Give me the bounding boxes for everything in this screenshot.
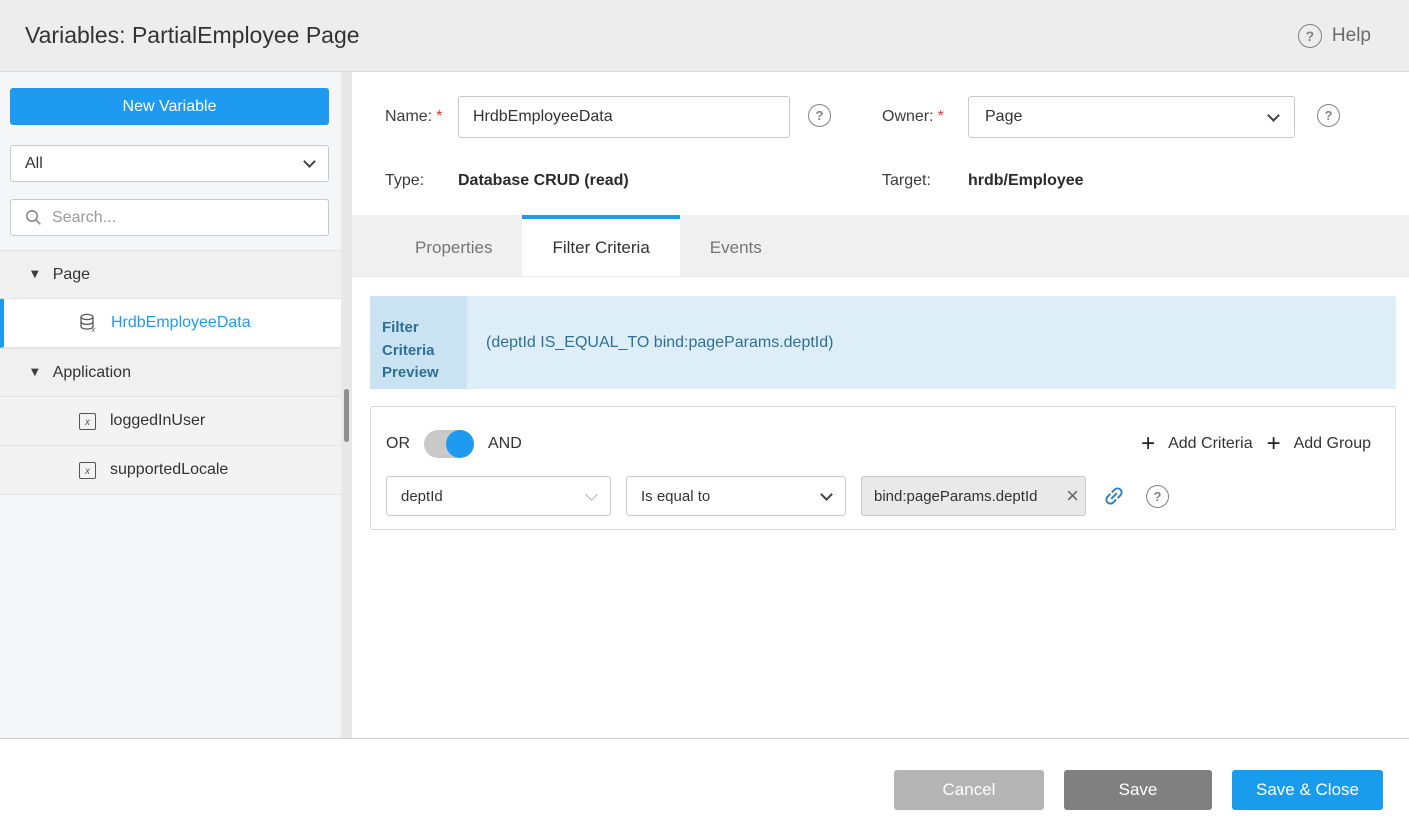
criteria-field-value: deptId <box>401 488 443 505</box>
add-criteria-button[interactable]: + Add Criteria <box>1141 432 1253 456</box>
dialog-header: Variables: PartialEmployee Page ? Help <box>0 0 1409 72</box>
save-button[interactable]: Save <box>1064 770 1212 810</box>
chevron-down-icon <box>1267 109 1280 122</box>
chevron-down-icon <box>585 488 598 501</box>
caret-down-icon: ▼ <box>31 269 39 280</box>
sidebar-scrollbar-track <box>341 72 352 738</box>
add-group-label: Add Group <box>1294 435 1371 453</box>
help-label: Help <box>1332 25 1371 47</box>
tree-item-loggedinuser[interactable]: x loggedInUser <box>0 397 341 446</box>
tree-item-label: loggedInUser <box>110 412 205 430</box>
name-label: Name:* <box>385 108 442 126</box>
caret-down-icon: ▼ <box>31 367 39 378</box>
cancel-button[interactable]: Cancel <box>894 770 1044 810</box>
owner-select[interactable]: Page <box>968 96 1295 138</box>
filter-criteria-preview: Filter Criteria Preview (deptId IS_EQUAL… <box>370 296 1396 389</box>
detail-tabbar: Properties Filter Criteria Events <box>352 215 1409 277</box>
criteria-field-select[interactable]: deptId <box>386 476 611 516</box>
criteria-condition-select[interactable]: Is equal to <box>626 476 846 516</box>
criteria-actions: + Add Criteria + Add Group <box>1141 432 1371 456</box>
or-and-toggle[interactable] <box>424 430 474 458</box>
required-marker: * <box>938 108 944 125</box>
tree-group-application[interactable]: ▼ Application <box>0 348 341 397</box>
page-title: Variables: PartialEmployee Page <box>25 22 360 49</box>
owner-help-icon[interactable]: ? <box>1317 104 1340 127</box>
plus-icon: + <box>1267 432 1281 456</box>
plus-icon: + <box>1141 432 1155 456</box>
tab-events[interactable]: Events <box>680 215 792 276</box>
tree-group-page[interactable]: ▼ Page <box>0 250 341 299</box>
dialog-footer: Cancel Save Save & Close <box>0 738 1409 838</box>
tree-item-hrdbemployeedata[interactable]: x HrdbEmployeeData <box>0 299 341 348</box>
toggle-knob <box>446 430 474 458</box>
static-variable-icon: x <box>79 462 96 479</box>
save-and-close-button[interactable]: Save & Close <box>1232 770 1383 810</box>
tree-item-label: HrdbEmployeeData <box>111 314 251 332</box>
database-variable-icon: x <box>79 313 97 333</box>
tab-filter-criteria[interactable]: Filter Criteria <box>522 215 679 276</box>
tab-properties[interactable]: Properties <box>385 215 522 276</box>
type-label: Type: <box>385 172 424 190</box>
criteria-help-icon[interactable]: ? <box>1146 485 1169 508</box>
criteria-condition-value: Is equal to <box>641 488 710 505</box>
variables-sidebar: New Variable All ▼ Page x HrdbEmployeeDa… <box>0 72 341 738</box>
filter-criteria-preview-label: Filter Criteria Preview <box>370 296 467 389</box>
search-icon <box>25 209 42 226</box>
search-input[interactable] <box>52 209 314 227</box>
criteria-builder: OR AND + Add Criteria + Add Group deptId <box>370 406 1396 530</box>
tree-item-supportedlocale[interactable]: x supportedLocale <box>0 446 341 495</box>
criteria-value-text: bind:pageParams.deptId <box>874 488 1064 505</box>
add-group-button[interactable]: + Add Group <box>1267 432 1371 456</box>
target-label: Target: <box>882 172 931 190</box>
variable-detail-panel: Name:* ? Owner:* Page ? Type: Database C… <box>352 72 1409 738</box>
chevron-down-icon <box>820 488 833 501</box>
variable-name-input[interactable] <box>458 96 790 138</box>
criteria-toolbar: OR AND + Add Criteria + Add Group <box>386 429 1371 459</box>
static-variable-icon: x <box>79 413 96 430</box>
or-label: OR <box>386 435 410 453</box>
help-icon: ? <box>1298 24 1322 48</box>
variable-search <box>10 199 329 236</box>
filter-criteria-preview-value: (deptId IS_EQUAL_TO bind:pageParams.dept… <box>467 296 1396 389</box>
chevron-down-icon <box>303 155 316 168</box>
owner-select-value: Page <box>985 108 1022 126</box>
owner-label: Owner:* <box>882 108 944 126</box>
tree-group-label: Page <box>53 266 90 284</box>
variable-type-filter-value: All <box>25 155 43 173</box>
sidebar-scrollbar-thumb[interactable] <box>344 389 349 442</box>
variable-type-filter-select[interactable]: All <box>10 145 329 182</box>
required-marker: * <box>436 108 442 125</box>
bind-link-icon[interactable] <box>1102 484 1126 508</box>
tree-item-label: supportedLocale <box>110 461 228 479</box>
type-value: Database CRUD (read) <box>458 172 629 190</box>
svg-text:x: x <box>91 325 96 333</box>
remove-binding-icon[interactable]: × <box>1064 483 1081 509</box>
criteria-value-chip[interactable]: bind:pageParams.deptId × <box>861 476 1086 516</box>
add-criteria-label: Add Criteria <box>1168 435 1252 453</box>
criteria-row: deptId Is equal to bind:pageParams.deptI… <box>386 476 1169 516</box>
name-help-icon[interactable]: ? <box>808 104 831 127</box>
tree-group-label: Application <box>53 364 131 382</box>
and-label: AND <box>488 435 522 453</box>
help-button[interactable]: ? Help <box>1298 24 1371 48</box>
footer-buttons: Cancel Save Save & Close <box>894 770 1383 810</box>
target-value: hrdb/Employee <box>968 172 1084 190</box>
new-variable-button[interactable]: New Variable <box>10 88 329 125</box>
variables-tree: ▼ Page x HrdbEmployeeData ▼ Application … <box>0 250 341 495</box>
